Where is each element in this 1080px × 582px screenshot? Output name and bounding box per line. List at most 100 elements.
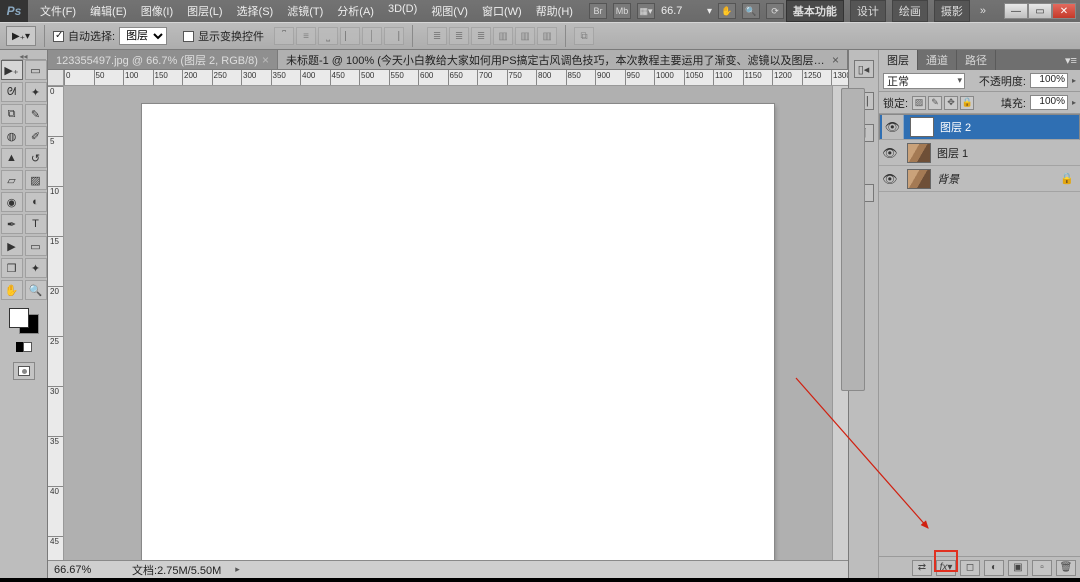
menu-filter[interactable]: 滤镜(T) — [281, 3, 329, 19]
menu-help[interactable]: 帮助(H) — [530, 3, 579, 19]
fill-slider-icon[interactable]: ▸ — [1072, 98, 1076, 107]
layer-mask-icon[interactable]: ◻ — [960, 560, 980, 576]
minimize-button[interactable]: — — [1004, 3, 1028, 19]
pen-tool[interactable]: ✒ — [1, 214, 23, 234]
tab-paths[interactable]: 路径 — [957, 50, 996, 70]
crop-tool[interactable]: ⧉ — [1, 104, 23, 124]
quick-mask-button[interactable] — [13, 362, 35, 380]
ruler-origin[interactable] — [48, 70, 64, 86]
status-zoom[interactable]: 66.67% — [54, 564, 118, 576]
fill-field[interactable]: 100% — [1030, 95, 1068, 110]
marquee-tool[interactable]: ▭ — [25, 60, 47, 80]
distribute-right-icon[interactable]: ▥ — [537, 27, 557, 45]
view-extras-icon[interactable]: ▦▾ — [637, 3, 655, 19]
rotate-view-icon[interactable]: ⟳ — [766, 3, 784, 19]
layer-name[interactable]: 图层 2 — [940, 119, 971, 135]
dodge-tool[interactable]: ◐ — [25, 192, 47, 212]
close-tab-icon[interactable]: × — [262, 53, 269, 67]
blend-mode-dropdown[interactable]: 正常 — [883, 73, 965, 89]
toolbox-collapse-icon[interactable]: ◂◂ — [19, 52, 27, 59]
delete-layer-icon[interactable]: 🗑 — [1056, 560, 1076, 576]
canvas[interactable] — [142, 104, 774, 560]
layer-thumbnail[interactable] — [907, 143, 931, 163]
workspace-essentials[interactable]: 基本功能 — [786, 0, 844, 22]
more-workspaces-icon[interactable]: » — [976, 5, 990, 17]
menu-image[interactable]: 图像(I) — [135, 3, 179, 19]
tab-channels[interactable]: 通道 — [918, 50, 957, 70]
path-select-tool[interactable]: ▶ — [1, 236, 23, 256]
zoom-level-field[interactable] — [661, 5, 701, 17]
distribute-top-icon[interactable]: ≣ — [427, 27, 447, 45]
show-transform-checkbox[interactable] — [183, 31, 194, 42]
tab-layers[interactable]: 图层 — [879, 50, 918, 70]
align-top-icon[interactable]: ⎴ — [274, 27, 294, 45]
document-tab[interactable]: 123355497.jpg @ 66.7% (图层 2, RGB/8) × — [48, 50, 278, 69]
link-layers-icon[interactable]: ⇄ — [912, 560, 932, 576]
distribute-left-icon[interactable]: ▥ — [493, 27, 513, 45]
launch-mb-icon[interactable]: Mb — [613, 3, 631, 19]
layer-name[interactable]: 图层 1 — [937, 145, 968, 161]
blur-tool[interactable]: ◉ — [1, 192, 23, 212]
type-tool[interactable]: T — [25, 214, 47, 234]
align-right-icon[interactable]: ⎹ — [384, 27, 404, 45]
healing-tool[interactable]: ◍ — [1, 126, 23, 146]
3d-tool[interactable]: ❒ — [1, 258, 23, 278]
close-tab-icon[interactable]: × — [832, 53, 839, 67]
zoom-dropdown-icon[interactable]: ▾ — [707, 6, 712, 17]
opacity-slider-icon[interactable]: ▸ — [1072, 76, 1076, 85]
gradient-tool[interactable]: ▨ — [25, 170, 47, 190]
history-panel-icon[interactable]: ▯◂ — [854, 60, 874, 78]
launch-bridge-icon[interactable]: Br — [589, 3, 607, 19]
align-hcenter-icon[interactable]: │ — [362, 27, 382, 45]
move-tool[interactable]: ▶₊ — [1, 60, 23, 80]
canvas-viewport[interactable] — [64, 86, 832, 560]
scrollbar-thumb[interactable] — [841, 88, 865, 391]
status-menu-icon[interactable]: ▸ — [235, 564, 240, 575]
visibility-toggle-icon[interactable]: 👁 — [882, 115, 904, 139]
workspace-design[interactable]: 设计 — [850, 0, 886, 22]
align-vcenter-icon[interactable]: ≡ — [296, 27, 316, 45]
eraser-tool[interactable]: ▱ — [1, 170, 23, 190]
zoom-tool-icon[interactable]: 🔍 — [742, 3, 760, 19]
visibility-toggle-icon[interactable]: 👁 — [879, 146, 901, 160]
layer-thumbnail[interactable] — [907, 169, 931, 189]
menu-view[interactable]: 视图(V) — [425, 3, 474, 19]
close-button[interactable]: ✕ — [1052, 3, 1076, 19]
layer-group-icon[interactable]: ▣ — [1008, 560, 1028, 576]
zoom-tool[interactable]: 🔍 — [25, 280, 47, 300]
distribute-bottom-icon[interactable]: ≣ — [471, 27, 491, 45]
shape-tool[interactable]: ▭ — [25, 236, 47, 256]
vertical-scrollbar[interactable] — [832, 86, 848, 560]
align-bottom-icon[interactable]: ⎵ — [318, 27, 338, 45]
document-tab[interactable]: 未标题-1 @ 100% (今天小白教给大家如何用PS搞定古风调色技巧，本次教程… — [278, 50, 848, 69]
menu-layer[interactable]: 图层(L) — [181, 3, 228, 19]
history-brush-tool[interactable]: ↺ — [25, 148, 47, 168]
layer-name[interactable]: 背景 — [937, 171, 959, 187]
eyedropper-tool[interactable]: ✎ — [25, 104, 47, 124]
current-tool-indicator[interactable]: ▶₊▾ — [6, 26, 36, 46]
menu-edit[interactable]: 编辑(E) — [84, 3, 133, 19]
new-layer-icon[interactable]: ▫ — [1032, 560, 1052, 576]
opacity-field[interactable]: 100% — [1030, 73, 1068, 88]
foreground-color-swatch[interactable] — [9, 308, 29, 328]
layer-row[interactable]: 👁 图层 2 — [879, 114, 1080, 140]
lock-transparent-icon[interactable]: ▨ — [912, 96, 926, 110]
visibility-toggle-icon[interactable]: 👁 — [879, 172, 901, 186]
layer-thumbnail[interactable] — [910, 117, 934, 137]
layer-row[interactable]: 👁 图层 1 — [879, 140, 1080, 166]
workspace-painting[interactable]: 绘画 — [892, 0, 928, 22]
auto-select-checkbox[interactable]: ✓ — [53, 31, 64, 42]
hand-tool[interactable]: ✋ — [1, 280, 23, 300]
brush-tool[interactable]: ✐ — [25, 126, 47, 146]
distribute-vcenter-icon[interactable]: ≣ — [449, 27, 469, 45]
lasso-tool[interactable]: ᘛ — [1, 82, 23, 102]
quick-select-tool[interactable]: ✦ — [25, 82, 47, 102]
menu-window[interactable]: 窗口(W) — [476, 3, 528, 19]
workspace-photography[interactable]: 摄影 — [934, 0, 970, 22]
menu-file[interactable]: 文件(F) — [34, 3, 82, 19]
default-colors-icon[interactable] — [16, 342, 32, 352]
hand-tool-icon[interactable]: ✋ — [718, 3, 736, 19]
maximize-button[interactable]: ▭ — [1028, 3, 1052, 19]
lock-pixels-icon[interactable]: ✎ — [928, 96, 942, 110]
layer-row[interactable]: 👁背景🔒 — [879, 166, 1080, 192]
